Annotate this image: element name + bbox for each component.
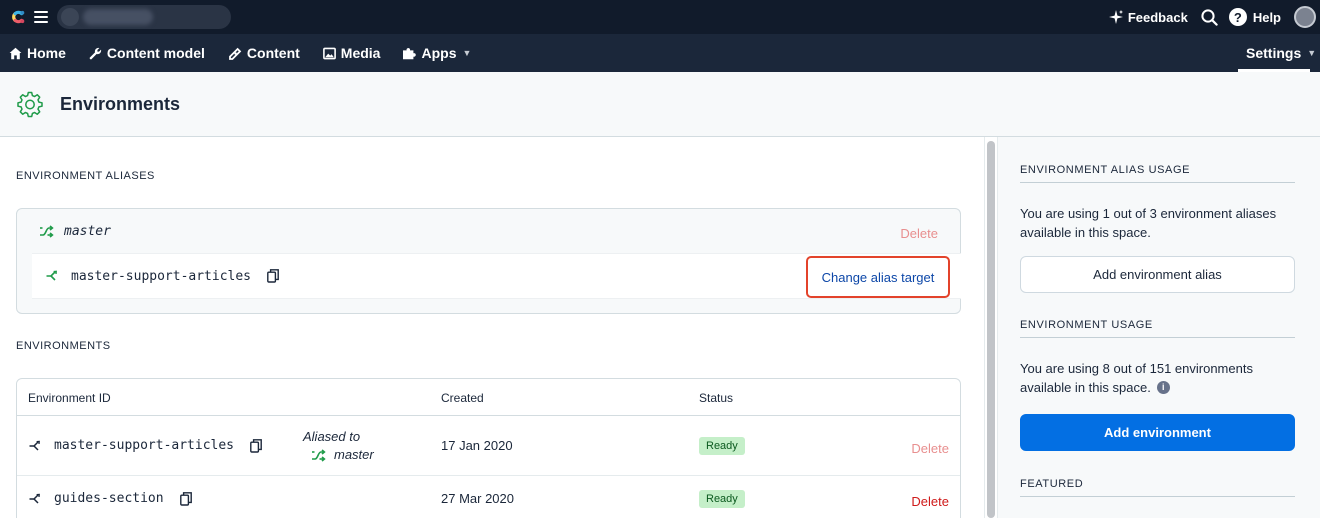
gear-icon bbox=[17, 91, 43, 118]
space-selector[interactable] bbox=[57, 5, 231, 29]
change-alias-target-button[interactable]: Change alias target bbox=[806, 256, 950, 298]
main-scrollbar[interactable] bbox=[984, 137, 998, 518]
column-header-environment-id: Environment ID bbox=[28, 391, 111, 405]
alias-row: master bbox=[17, 209, 960, 253]
info-icon[interactable]: i bbox=[1156, 381, 1170, 395]
alias-icon bbox=[312, 448, 326, 462]
puzzle-icon bbox=[403, 47, 417, 59]
nav-apps-label: Apps bbox=[421, 45, 457, 61]
nav-content-model[interactable]: Content model bbox=[89, 34, 205, 72]
nav-settings-label: Settings bbox=[1246, 45, 1302, 61]
nav-home-label: Home bbox=[27, 45, 66, 61]
search-icon bbox=[1201, 8, 1218, 26]
help-button[interactable]: ? Help bbox=[1228, 8, 1281, 26]
sidebar: ENVIRONMENT ALIAS USAGE You are using 1 … bbox=[998, 137, 1320, 518]
alias-delete-button[interactable]: Delete bbox=[900, 226, 938, 241]
environment-usage-text: You are using 8 out of 151 environments … bbox=[1020, 359, 1295, 397]
pen-icon bbox=[229, 47, 242, 60]
alias-card: master Delete master-support-articles Ch… bbox=[16, 208, 961, 314]
home-icon bbox=[9, 47, 22, 59]
aliased-to-target: master bbox=[334, 447, 374, 462]
environment-id: master-support-articles bbox=[54, 438, 235, 453]
environment-aliases-heading: ENVIRONMENT ALIASES bbox=[16, 170, 155, 182]
featured-heading: FEATURED bbox=[1020, 478, 1295, 497]
branch-icon bbox=[29, 493, 40, 504]
table-row: master-support-articles Aliased to maste… bbox=[17, 416, 960, 476]
nav-content[interactable]: Content bbox=[229, 34, 300, 72]
top-bar: Feedback ? Help bbox=[0, 0, 1320, 34]
chevron-down-icon: ▼ bbox=[462, 48, 472, 58]
column-header-status: Status bbox=[699, 391, 734, 405]
chevron-down-icon: ▼ bbox=[1307, 48, 1317, 58]
nav-media[interactable]: Media bbox=[322, 34, 381, 72]
alias-target-row: master-support-articles Change alias tar… bbox=[32, 253, 961, 299]
add-environment-alias-button[interactable]: Add environment alias bbox=[1020, 256, 1295, 293]
alias-target-env: master-support-articles bbox=[71, 268, 252, 284]
help-icon: ? bbox=[1228, 8, 1247, 26]
created-date: 17 Jan 2020 bbox=[441, 438, 513, 453]
column-header-created: Created bbox=[441, 391, 484, 405]
page-title: Environments bbox=[60, 93, 181, 114]
environment-usage-sentence: You are using 8 out of 151 environments … bbox=[1020, 361, 1253, 395]
branch-icon bbox=[46, 270, 57, 281]
branch-icon bbox=[29, 440, 40, 451]
status-badge: Ready bbox=[699, 437, 745, 455]
delete-environment-button[interactable]: Delete bbox=[911, 441, 949, 456]
aliased-to-label: Aliased to bbox=[303, 429, 361, 444]
image-icon bbox=[322, 47, 336, 59]
environment-id: guides-section bbox=[54, 491, 164, 506]
feedback-button[interactable]: Feedback bbox=[1108, 9, 1188, 25]
alias-usage-heading: ENVIRONMENT ALIAS USAGE bbox=[1020, 164, 1295, 183]
feedback-label: Feedback bbox=[1127, 9, 1188, 25]
nav-apps[interactable]: Apps ▼ bbox=[402, 34, 471, 72]
sparkle-icon bbox=[1108, 10, 1123, 24]
nav-content-label: Content bbox=[246, 45, 300, 61]
alias-usage-text: You are using 1 out of 3 environment ali… bbox=[1020, 206, 1277, 240]
environment-usage-heading: ENVIRONMENT USAGE bbox=[1020, 319, 1295, 338]
copy-icon[interactable] bbox=[179, 491, 192, 506]
avatar[interactable] bbox=[1294, 6, 1316, 28]
nav-home[interactable]: Home bbox=[9, 34, 66, 72]
scrollbar-thumb[interactable] bbox=[987, 141, 995, 518]
search-button[interactable] bbox=[1201, 8, 1218, 26]
status-badge: Ready bbox=[699, 490, 745, 508]
alias-icon bbox=[40, 224, 54, 238]
page-header: Environments bbox=[0, 72, 1320, 137]
delete-environment-button[interactable]: Delete bbox=[911, 494, 949, 509]
help-label: Help bbox=[1252, 9, 1281, 25]
table-row: guides-section 27 Mar 2020 Ready Delete bbox=[17, 476, 960, 518]
add-environment-button[interactable]: Add environment bbox=[1020, 414, 1295, 451]
environment-id-cell: master-support-articles bbox=[29, 438, 262, 453]
environments-heading: ENVIRONMENTS bbox=[16, 340, 111, 352]
contentful-logo-icon[interactable] bbox=[9, 8, 27, 26]
nav-content-model-label: Content model bbox=[106, 45, 205, 61]
copy-icon[interactable] bbox=[250, 438, 262, 453]
table-header: Environment ID Created Status bbox=[17, 379, 960, 416]
nav-media-label: Media bbox=[340, 45, 381, 61]
main-nav: Home Content model Content Media Apps ▼ … bbox=[0, 34, 1320, 72]
hamburger-icon[interactable] bbox=[34, 11, 48, 23]
created-date: 27 Mar 2020 bbox=[441, 491, 514, 506]
environments-table: Environment ID Created Status master-sup… bbox=[16, 378, 961, 518]
nav-settings[interactable]: Settings ▼ bbox=[1238, 34, 1320, 72]
aliased-to-info: Aliased to master bbox=[303, 428, 374, 464]
copy-icon[interactable] bbox=[267, 269, 279, 283]
wrench-icon bbox=[89, 47, 102, 59]
environment-id-cell: guides-section bbox=[29, 491, 192, 506]
alias-name: master bbox=[64, 223, 111, 239]
main-content: ENVIRONMENT ALIASES master Delete master… bbox=[0, 137, 984, 518]
